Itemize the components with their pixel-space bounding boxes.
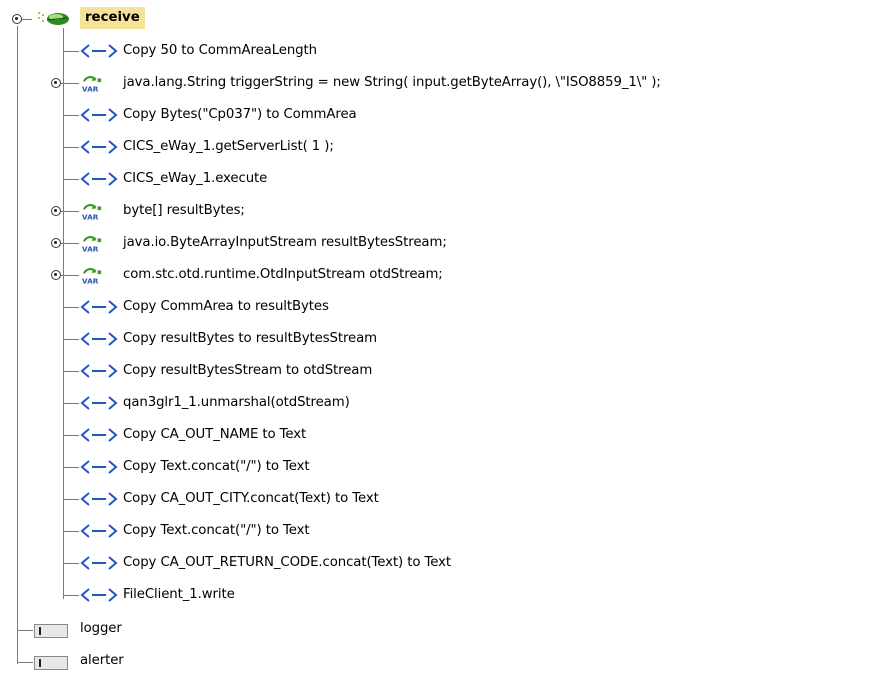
component-icon xyxy=(34,624,68,638)
tree-node-label: CICS_eWay_1.execute xyxy=(123,171,268,186)
tree-node-copy-rule[interactable]: Copy CA_OUT_RETURN_CODE.concat(Text) to … xyxy=(0,548,885,580)
component-icon xyxy=(34,656,68,670)
expand-toggle-icon[interactable] xyxy=(51,270,61,280)
connector-line xyxy=(61,211,79,212)
copy-rule-icon xyxy=(80,396,118,410)
tree-node-label: qan3glr1_1.unmarshal(otdStream) xyxy=(123,395,350,410)
svg-text:VAR: VAR xyxy=(82,244,99,253)
connector-line xyxy=(63,147,79,148)
service-leaf-icon xyxy=(38,12,69,25)
connector-line xyxy=(63,115,79,116)
tree-node-label: Copy CommArea to resultBytes xyxy=(123,299,329,314)
tree-node-copy-rule[interactable]: Copy 50 to CommAreaLength xyxy=(0,36,885,68)
tree-node-label: com.stc.otd.runtime.OtdInputStream otdSt… xyxy=(123,267,443,282)
tree-node-label: CICS_eWay_1.getServerList( 1 ); xyxy=(123,139,334,154)
tree-node-label: Copy Text.concat("/") to Text xyxy=(123,523,310,538)
variable-icon: VAR xyxy=(82,75,102,93)
tree-node-label: Copy CA_OUT_RETURN_CODE.concat(Text) to … xyxy=(123,555,452,570)
tree-node-label: Copy resultBytes to resultBytesStream xyxy=(123,331,378,346)
connector-line xyxy=(63,531,79,532)
copy-rule-icon xyxy=(80,492,118,506)
tree-node-variable[interactable]: VAR com.stc.otd.runtime.OtdInputStream ot… xyxy=(0,260,885,292)
tree-node-label: logger xyxy=(80,621,122,636)
business-rules-tree: receive Copy 50 to CommAreaLength VAR java… xyxy=(0,0,885,671)
connector-line xyxy=(63,467,79,468)
copy-rule-icon xyxy=(80,556,118,570)
connector-line xyxy=(63,179,79,180)
tree-node-label: FileClient_1.write xyxy=(123,587,235,602)
connector-line xyxy=(17,662,33,663)
svg-text:VAR: VAR xyxy=(82,276,99,285)
variable-icon: VAR xyxy=(82,267,102,285)
tree-node-logger[interactable]: logger xyxy=(0,614,885,646)
connector-line xyxy=(22,19,32,20)
copy-rule-icon xyxy=(80,588,118,602)
tree-node-copy-rule[interactable]: CICS_eWay_1.getServerList( 1 ); xyxy=(0,132,885,164)
connector-line xyxy=(63,595,79,596)
tree-node-copy-rule[interactable]: CICS_eWay_1.execute xyxy=(0,164,885,196)
connector-line xyxy=(63,499,79,500)
tree-node-copy-rule[interactable]: Copy Bytes("Cp037") to CommArea xyxy=(0,100,885,132)
connector-line xyxy=(63,307,79,308)
connector-line xyxy=(61,243,79,244)
tree-node-receive[interactable]: receive xyxy=(0,4,885,36)
connector-line xyxy=(17,630,33,631)
tree-node-alerter[interactable]: alerter xyxy=(0,646,885,678)
tree-node-variable[interactable]: VAR java.lang.String triggerString = new … xyxy=(0,68,885,100)
variable-icon: VAR xyxy=(82,235,102,253)
copy-rule-icon xyxy=(80,140,118,154)
tree-node-copy-rule[interactable]: Copy Text.concat("/") to Text xyxy=(0,452,885,484)
tree-node-variable[interactable]: VAR byte[] resultBytes; xyxy=(0,196,885,228)
tree-node-label: java.io.ByteArrayInputStream resultBytes… xyxy=(123,235,447,250)
copy-rule-icon xyxy=(80,428,118,442)
tree-node-label: receive xyxy=(80,7,145,29)
tree-node-label: byte[] resultBytes; xyxy=(123,203,245,218)
svg-text:VAR: VAR xyxy=(82,212,99,221)
tree-node-label: Copy 50 to CommAreaLength xyxy=(123,43,317,58)
collapse-toggle-icon[interactable] xyxy=(12,14,22,24)
tree-node-copy-rule[interactable]: Copy resultBytes to resultBytesStream xyxy=(0,324,885,356)
svg-text:VAR: VAR xyxy=(82,84,99,93)
expand-toggle-icon[interactable] xyxy=(51,78,61,88)
tree-node-copy-rule[interactable]: qan3glr1_1.unmarshal(otdStream) xyxy=(0,388,885,420)
tree-node-copy-rule[interactable]: Copy resultBytesStream to otdStream xyxy=(0,356,885,388)
tree-node-label: alerter xyxy=(80,653,124,668)
tree-node-label: Copy Text.concat("/") to Text xyxy=(123,459,310,474)
tree-node-copy-rule[interactable]: Copy CommArea to resultBytes xyxy=(0,292,885,324)
connector-line xyxy=(61,83,79,84)
tree-node-copy-rule[interactable]: Copy CA_OUT_CITY.concat(Text) to Text xyxy=(0,484,885,516)
copy-rule-icon xyxy=(80,44,118,58)
copy-rule-icon xyxy=(80,364,118,378)
copy-rule-icon xyxy=(80,108,118,122)
connector-line xyxy=(63,339,79,340)
copy-rule-icon xyxy=(80,524,118,538)
copy-rule-icon xyxy=(80,460,118,474)
connector-line xyxy=(63,563,79,564)
connector-line xyxy=(63,403,79,404)
tree-node-variable[interactable]: VAR java.io.ByteArrayInputStream resultBy… xyxy=(0,228,885,260)
variable-icon: VAR xyxy=(82,203,102,221)
tree-node-label: Copy CA_OUT_NAME to Text xyxy=(123,427,307,442)
tree-node-label: Copy Bytes("Cp037") to CommArea xyxy=(123,107,357,122)
copy-rule-icon xyxy=(80,332,118,346)
tree-node-copy-rule[interactable]: Copy CA_OUT_NAME to Text xyxy=(0,420,885,452)
tree-node-copy-rule[interactable]: FileClient_1.write xyxy=(0,580,885,612)
tree-node-label: java.lang.String triggerString = new Str… xyxy=(123,75,661,90)
connector-line xyxy=(63,371,79,372)
tree-node-label: Copy CA_OUT_CITY.concat(Text) to Text xyxy=(123,491,379,506)
tree-node-copy-rule[interactable]: Copy Text.concat("/") to Text xyxy=(0,516,885,548)
connector-line xyxy=(63,51,79,52)
expand-toggle-icon[interactable] xyxy=(51,238,61,248)
copy-rule-icon xyxy=(80,172,118,186)
expand-toggle-icon[interactable] xyxy=(51,206,61,216)
connector-line xyxy=(63,435,79,436)
tree-node-label: Copy resultBytesStream to otdStream xyxy=(123,363,373,378)
connector-line xyxy=(61,275,79,276)
copy-rule-icon xyxy=(80,300,118,314)
